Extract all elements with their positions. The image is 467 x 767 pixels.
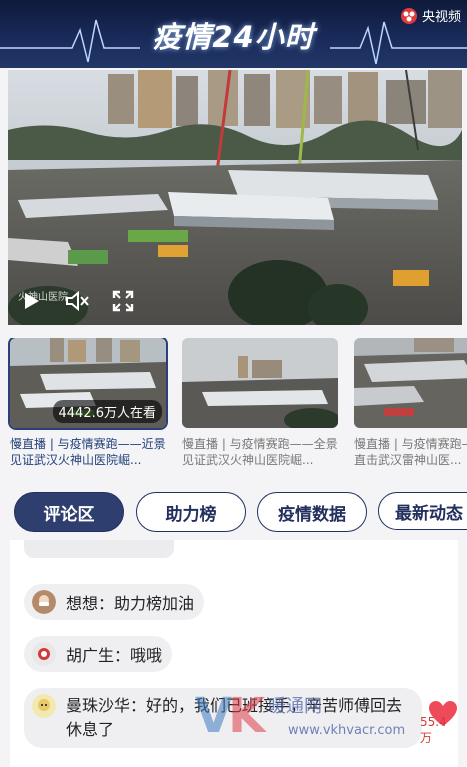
tab-latest-news[interactable]: 最新动态 [378, 492, 467, 530]
avatar [32, 642, 56, 666]
like-button[interactable]: 55.4万 [420, 698, 460, 758]
mute-button[interactable] [64, 288, 90, 314]
avatar [32, 590, 56, 614]
video-controls [18, 288, 136, 314]
live-card[interactable]: 慢直播 | 与疫情赛跑——近景直击武汉雷神山医... [354, 338, 467, 468]
comment-item: 胡广生：哦哦 [24, 636, 173, 672]
page-title: 疫情24小时 [152, 20, 315, 54]
vk-watermark-logo: VK [195, 688, 265, 744]
comment-user: 胡广生 [66, 646, 115, 665]
live-card-caption: 慢直播 | 与疫情赛跑——近景直击武汉雷神山医... [354, 437, 467, 467]
comment-user: 曼珠沙华 [66, 696, 131, 715]
comment-text: 哦哦 [130, 646, 163, 665]
live-card[interactable]: 慢直播 | 与疫情赛跑——全景见证武汉火神山医院崛... [182, 338, 342, 468]
live-card-caption: 慢直播 | 与疫情赛跑——全景见证武汉火神山医院崛... [182, 437, 338, 467]
comment-colon: ： [114, 646, 131, 665]
comment-item: 想想：助力榜加油 [24, 584, 205, 620]
live-video-player[interactable]: 火神山医院 [8, 70, 462, 325]
comment-colon: ： [98, 594, 115, 613]
tab-support-ranking[interactable]: 助力榜 [136, 492, 246, 532]
live-card[interactable]: 4442.6万人在看 慢直播 | 与疫情赛跑——近景见证武汉火神山医院崛... [8, 338, 170, 468]
construction-site-video-frame: 火神山医院 [8, 70, 462, 325]
tab-comments[interactable]: 评论区 [14, 492, 124, 532]
tab-bar: 评论区 助力榜 疫情数据 最新动态 [0, 492, 467, 534]
viewer-count-badge: 4442.6万人在看 [52, 400, 162, 423]
watermark-url: www.vkhvacr.com [288, 723, 406, 738]
brand-name: 央视频 [421, 10, 461, 25]
header-banner: 疫情24小时 央视频 [0, 0, 467, 68]
live-card-thumbnail [354, 338, 467, 428]
cctv-video-icon [400, 7, 417, 24]
play-button[interactable] [18, 288, 44, 314]
previous-comment-edge [24, 540, 174, 558]
fullscreen-icon [112, 290, 134, 312]
live-card-thumbnail: 4442.6万人在看 [8, 338, 168, 430]
brand-logo: 央视频 [400, 6, 461, 25]
live-card-caption: 慢直播 | 与疫情赛跑——近景见证武汉火神山医院崛... [10, 437, 166, 467]
comment-user: 想想 [66, 594, 99, 613]
mute-icon [66, 290, 89, 312]
fullscreen-button[interactable] [110, 288, 136, 314]
live-stream-list: 4442.6万人在看 慢直播 | 与疫情赛跑——近景见证武汉火神山医院崛... … [8, 338, 467, 478]
watermark-text: 暖通网 [268, 696, 322, 717]
play-icon [25, 293, 39, 309]
like-count: 55.4万 [420, 715, 447, 745]
tab-epidemic-data[interactable]: 疫情数据 [257, 492, 367, 532]
avatar [32, 694, 56, 718]
comment-colon: ： [130, 696, 147, 715]
live-card-thumbnail [182, 338, 338, 428]
comment-text: 助力榜加油 [114, 594, 195, 613]
